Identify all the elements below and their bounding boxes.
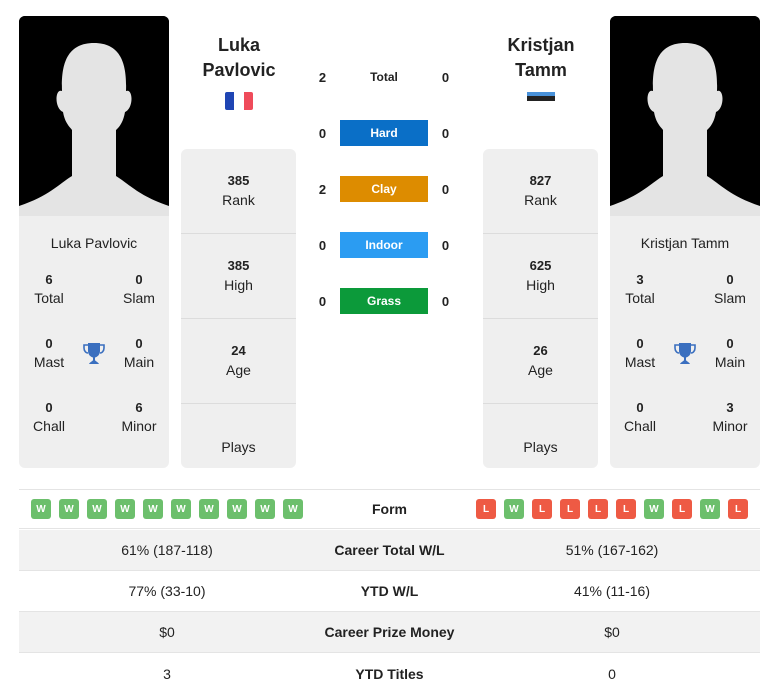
player2-form-badge-win[interactable]: W (644, 499, 664, 519)
player1-form-badge-win[interactable]: W (31, 499, 51, 519)
player2-form-badge-loss[interactable]: L (672, 499, 692, 519)
player2-form-badge-win[interactable]: W (700, 499, 720, 519)
estonia-flag-icon (527, 92, 555, 105)
player1-rank: 385 Rank (181, 149, 296, 234)
h2h-row-clay: 2 Clay 0 (305, 176, 465, 202)
player2-total-titles: 3 Total (625, 272, 655, 306)
player1-form-badge-win[interactable]: W (227, 499, 247, 519)
player1-form-badge-win[interactable]: W (255, 499, 275, 519)
surface-total-label: Total (370, 70, 398, 84)
player1-form-badge-win[interactable]: W (143, 499, 163, 519)
player1-form-badge-win[interactable]: W (283, 499, 303, 519)
player2-titles-card: Kristjan Tamm 3 Total 0 Slam 0 Mast 0 Main 0… (610, 216, 760, 468)
form-row: WWWWWWWWWW Form LWLLLLWLWL (19, 489, 760, 529)
player2-form-badge-loss[interactable]: L (476, 499, 496, 519)
player1-form-badge-win[interactable]: W (115, 499, 135, 519)
player1-main-titles: 0 Main (123, 336, 155, 370)
player1-challenger-titles: 0 Chall (33, 400, 65, 434)
player1-form-badge-win[interactable]: W (59, 499, 79, 519)
player1-form-badge-win[interactable]: W (87, 499, 107, 519)
surface-grass-badge[interactable]: Grass (340, 288, 428, 314)
player1-photo (19, 16, 169, 216)
trophy-icon (670, 336, 700, 400)
player1-form-badge-win[interactable]: W (199, 499, 219, 519)
ytd-wl-row: 77% (33-10) YTD W/L 41% (11-16) (19, 571, 760, 612)
player2-form-badge-loss[interactable]: L (588, 499, 608, 519)
player2-form: LWLLLLWLWL (420, 499, 760, 519)
player2-minor-titles: 3 Minor (712, 400, 748, 434)
player2-name: Kristjan Tamm (640, 235, 730, 251)
player1-form: WWWWWWWWWW (19, 499, 359, 519)
h2h-row-hard: 0 Hard 0 (305, 120, 465, 146)
player1-minor-titles: 6 Minor (121, 400, 157, 434)
player1-age: 24 Age (181, 319, 296, 404)
player2-form-badge-loss[interactable]: L (532, 499, 552, 519)
h2h-row-indoor: 0 Indoor 0 (305, 232, 465, 258)
player2-form-badge-win[interactable]: W (504, 499, 524, 519)
form-label: Form (372, 501, 407, 517)
player1-total-titles: 6 Total (34, 272, 64, 306)
player2-main-titles: 0 Main (714, 336, 746, 370)
player2-masters-titles: 0 Mast (624, 336, 656, 370)
career-total-wl-row: 61% (187-118) Career Total W/L 51% (167-… (19, 530, 760, 571)
career-prize-money-row: $0 Career Prize Money $0 (19, 612, 760, 653)
surface-indoor-badge[interactable]: Indoor (340, 232, 428, 258)
surface-hard-badge[interactable]: Hard (340, 120, 428, 146)
player1-heading[interactable]: Luka Pavlovic (174, 33, 304, 83)
player1-titles-card: Luka Pavlovic 6 Total 0 Slam 0 Mast 0 Main 0… (19, 216, 169, 468)
player2-form-badge-loss[interactable]: L (560, 499, 580, 519)
player1-masters-titles: 0 Mast (33, 336, 65, 370)
france-flag-icon (225, 92, 253, 110)
h2h-row-total: 2 Total 0 (305, 64, 465, 90)
player1-high: 385 High (181, 234, 296, 319)
player1-form-badge-win[interactable]: W (171, 499, 191, 519)
player2-rank: 827 Rank (483, 149, 598, 234)
player2-challenger-titles: 0 Chall (624, 400, 656, 434)
ytd-titles-row: 3 YTD Titles 0 (163, 665, 616, 682)
player1-name: Luka Pavlovic (50, 235, 138, 251)
player2-plays: Plays (523, 438, 558, 455)
surface-clay-badge[interactable]: Clay (340, 176, 428, 202)
trophy-icon (79, 336, 109, 400)
player2-slam-titles: 0 Slam (714, 272, 746, 306)
player2-photo (610, 16, 760, 216)
player2-stats-card: 827 Rank 625 High 26 Age Plays (483, 149, 598, 468)
player2-form-badge-loss[interactable]: L (728, 499, 748, 519)
player1-stats-card: 385 Rank 385 High 24 Age Plays (181, 149, 296, 468)
player1-plays: Plays (221, 438, 256, 455)
player2-age: 26 Age (483, 319, 598, 404)
player2-form-badge-loss[interactable]: L (616, 499, 636, 519)
player2-heading[interactable]: Kristjan Tamm (476, 33, 606, 83)
h2h-row-grass: 0 Grass 0 (305, 288, 465, 314)
h2h-summary: 2 Total 0 0 Hard 0 2 Clay 0 0 Indoor 0 0… (305, 64, 465, 314)
player2-high: 625 High (483, 234, 598, 319)
avatar-silhouette-icon (19, 16, 169, 216)
avatar-silhouette-icon (610, 16, 760, 216)
player1-slam-titles: 0 Slam (123, 272, 155, 306)
